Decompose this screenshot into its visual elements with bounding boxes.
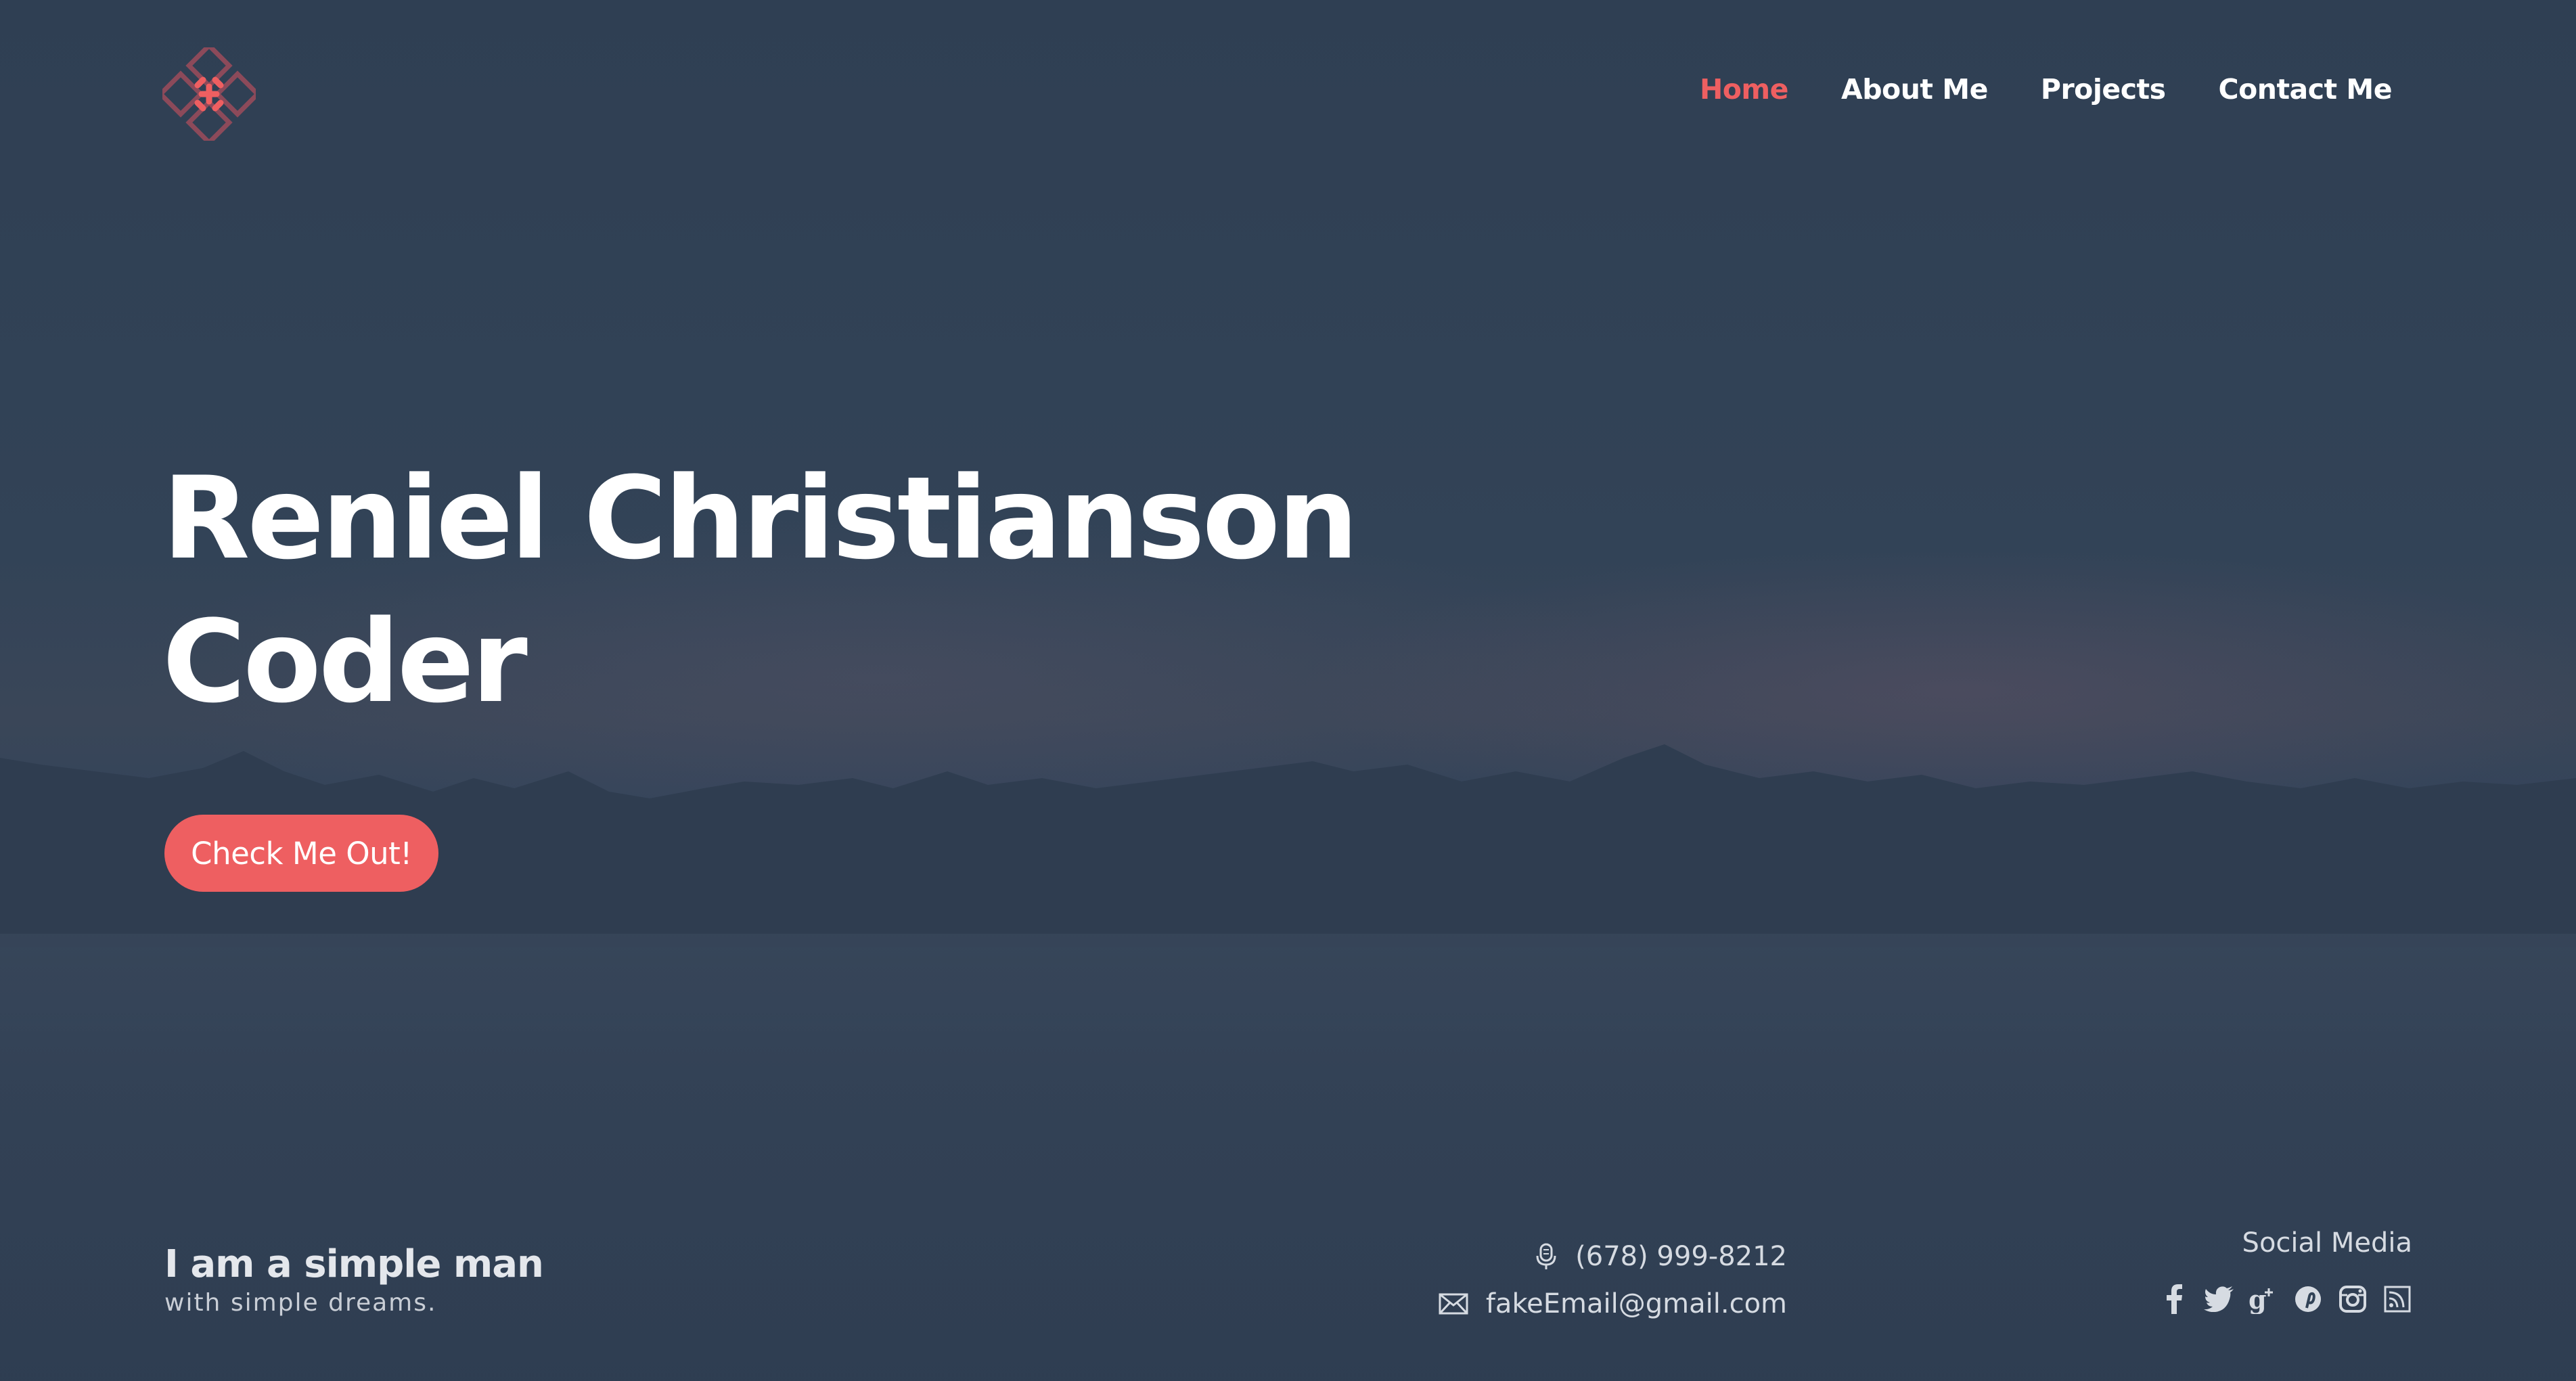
facebook-icon[interactable] [2159,1284,2189,1314]
phone-row: (678) 999-8212 [1439,1233,1787,1280]
pinterest-icon[interactable] [2293,1284,2323,1314]
google-plus-icon[interactable]: g [2249,1284,2278,1314]
tagline-sub: with simple dreams. [164,1289,437,1317]
tagline-main: I am a simple man [164,1242,544,1286]
envelope-icon [1439,1293,1468,1315]
tagline: I am a simple man with simple dreams. [164,1242,544,1317]
check-me-out-button[interactable]: Check Me Out! [164,815,438,892]
hero-title: Reniel Christianson Coder [162,447,1359,733]
email-address[interactable]: fakeEmail@gmail.com [1486,1288,1787,1319]
twitter-icon[interactable] [2204,1284,2234,1314]
microphone-icon [1536,1243,1556,1269]
hero-name: Reniel Christianson [162,452,1359,585]
phone-number[interactable]: (678) 999-8212 [1575,1241,1787,1272]
instagram-icon[interactable] [2338,1284,2368,1314]
nav-home[interactable]: Home [1700,73,1789,106]
contact-info: (678) 999-8212 fakeEmail@gmail.com [1439,1233,1787,1328]
hero-role: Coder [162,595,528,728]
svg-text:g: g [2249,1284,2267,1314]
nav-projects[interactable]: Projects [2041,73,2166,106]
social-media: Social Media g [2159,1227,2412,1314]
social-media-label: Social Media [2242,1227,2412,1259]
nav-contact-me[interactable]: Contact Me [2219,73,2393,106]
main-nav: Home About Me Projects Contact Me [1700,73,2393,106]
email-row: fakeEmail@gmail.com [1439,1280,1787,1328]
nav-about-me[interactable]: About Me [1841,73,1988,106]
social-icons: g [2159,1284,2412,1314]
rss-icon[interactable] [2382,1284,2412,1314]
logo-icon[interactable] [162,47,256,141]
